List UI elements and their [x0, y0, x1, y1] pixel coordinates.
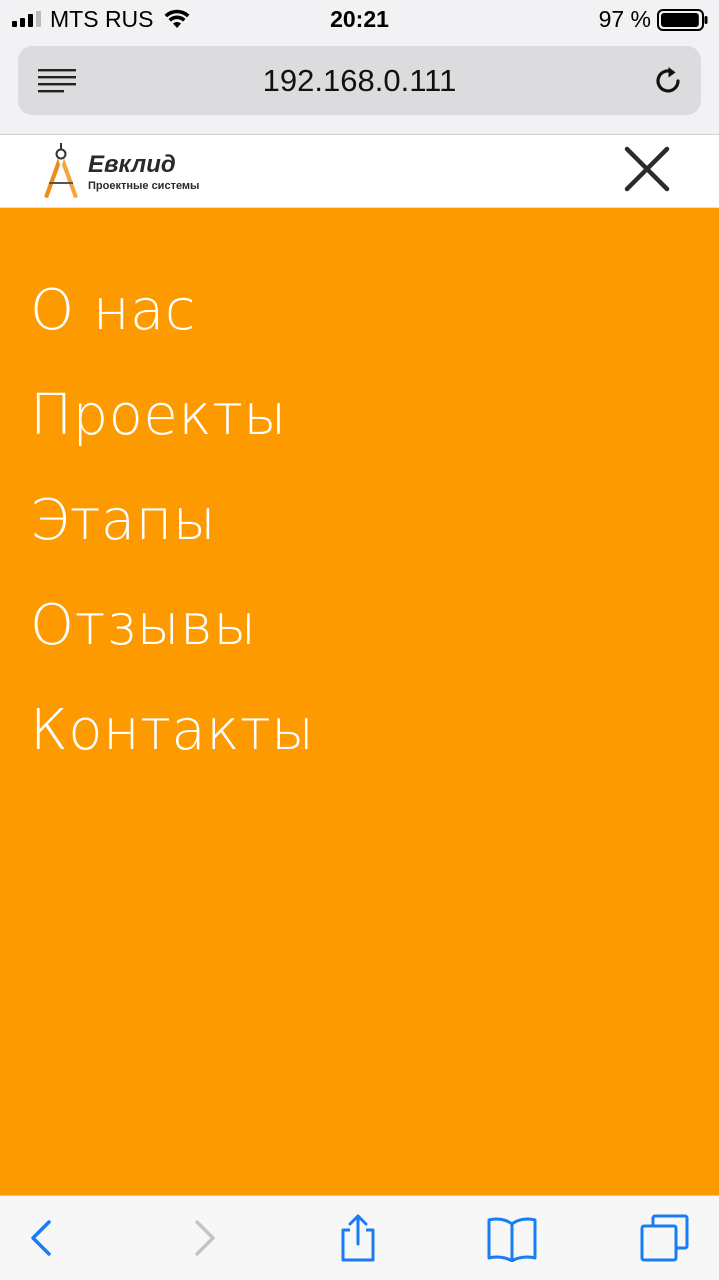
bookmarks-icon[interactable]	[486, 1214, 538, 1262]
nav-item-reviews[interactable]: Отзывы	[30, 573, 315, 678]
reader-menu-icon[interactable]	[38, 68, 76, 94]
share-icon[interactable]	[332, 1214, 384, 1262]
wifi-icon	[164, 9, 190, 28]
logo-subtitle: Проектные системы	[88, 180, 200, 192]
nav-item-about[interactable]: О нас	[30, 258, 315, 363]
battery-icon	[657, 9, 708, 31]
logo[interactable]: Евклид Проектные системы	[40, 141, 260, 203]
close-icon[interactable]	[623, 145, 671, 193]
nav-item-stages[interactable]: Этапы	[30, 468, 315, 573]
battery-percentage: 97 %	[598, 6, 651, 32]
carrier-name: MTS RUS	[50, 6, 154, 32]
status-bar: MTS RUS 20:21 97 %	[0, 0, 719, 40]
url-text[interactable]: 192.168.0.111	[18, 63, 701, 99]
reload-icon[interactable]	[651, 64, 685, 98]
tabs-icon[interactable]	[638, 1214, 690, 1262]
signal-strength-icon	[12, 11, 41, 27]
nav-list: О нас Проекты Этапы Отзывы Контакты	[30, 258, 315, 783]
back-icon[interactable]	[17, 1214, 69, 1262]
compass-logo-icon	[44, 143, 78, 198]
nav-item-contacts[interactable]: Контакты	[30, 678, 315, 783]
browser-toolbar	[0, 1195, 719, 1280]
navigation-menu: О нас Проекты Этапы Отзывы Контакты	[0, 208, 719, 1195]
forward-icon[interactable]	[177, 1214, 229, 1262]
nav-item-projects[interactable]: Проекты	[30, 363, 315, 468]
logo-title: Евклид	[88, 151, 176, 178]
address-bar[interactable]: 192.168.0.111	[18, 46, 701, 115]
site-header: Евклид Проектные системы	[0, 134, 719, 208]
